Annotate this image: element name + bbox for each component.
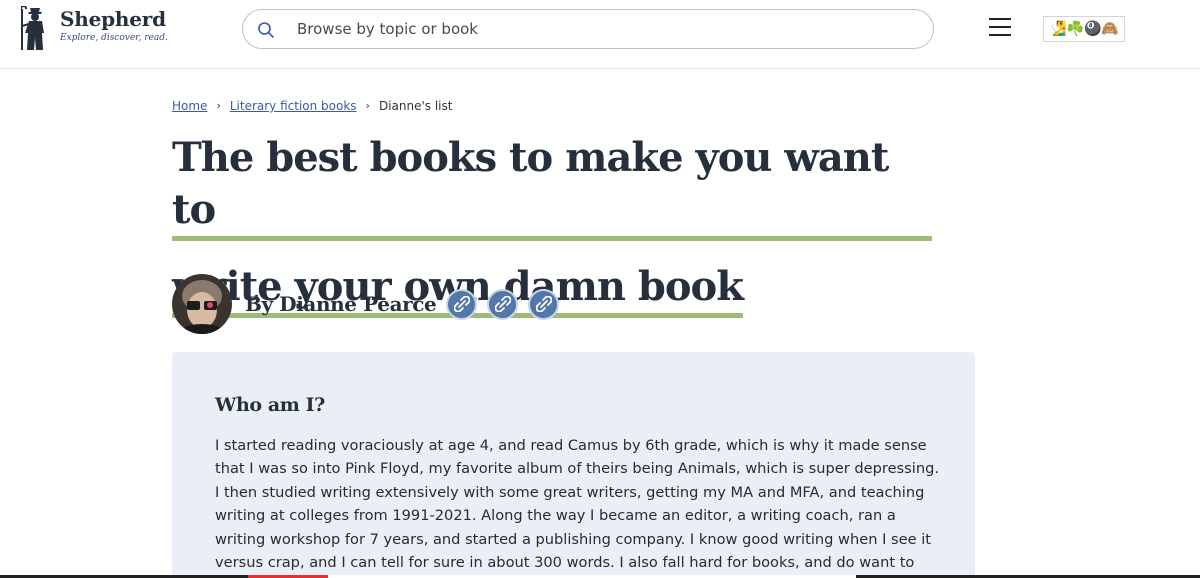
- avatar[interactable]: [172, 274, 232, 334]
- breadcrumb-separator: ›: [365, 99, 370, 112]
- site-header: Shepherd Explore, discover, read. 🧏‍♂️☘️…: [0, 0, 1200, 69]
- logo[interactable]: Shepherd Explore, discover, read.: [21, 6, 168, 50]
- menu-icon[interactable]: [989, 18, 1011, 36]
- about-card: Who am I? I started reading voraciously …: [172, 352, 975, 578]
- search-input[interactable]: [297, 20, 897, 38]
- about-body: I started reading voraciously at age 4, …: [215, 437, 939, 578]
- page-title-line-1: The best books to make you want to: [172, 132, 932, 241]
- link-icon[interactable]: [528, 288, 560, 320]
- search-bar[interactable]: [242, 9, 934, 49]
- about-heading: Who am I?: [215, 394, 325, 416]
- link-icon[interactable]: [446, 288, 478, 320]
- breadcrumb-separator: ›: [216, 99, 221, 112]
- logo-tagline: Explore, discover, read.: [60, 33, 168, 43]
- breadcrumb-home[interactable]: Home: [172, 98, 207, 114]
- breadcrumb-category[interactable]: Literary fiction books: [230, 98, 357, 114]
- emoji-strip[interactable]: 🧏‍♂️☘️🎱🙈: [1043, 16, 1125, 42]
- author-row: By Dianne Pearce: [172, 274, 560, 334]
- shepherd-logo-icon: [21, 6, 44, 50]
- breadcrumb: Home › Literary fiction books › Dianne's…: [172, 98, 452, 114]
- logo-name: Shepherd: [60, 7, 166, 31]
- breadcrumb-current: Dianne's list: [378, 99, 453, 113]
- author-name[interactable]: By Dianne Pearce: [245, 292, 437, 316]
- search-icon: [258, 22, 274, 38]
- link-icon[interactable]: [487, 288, 519, 320]
